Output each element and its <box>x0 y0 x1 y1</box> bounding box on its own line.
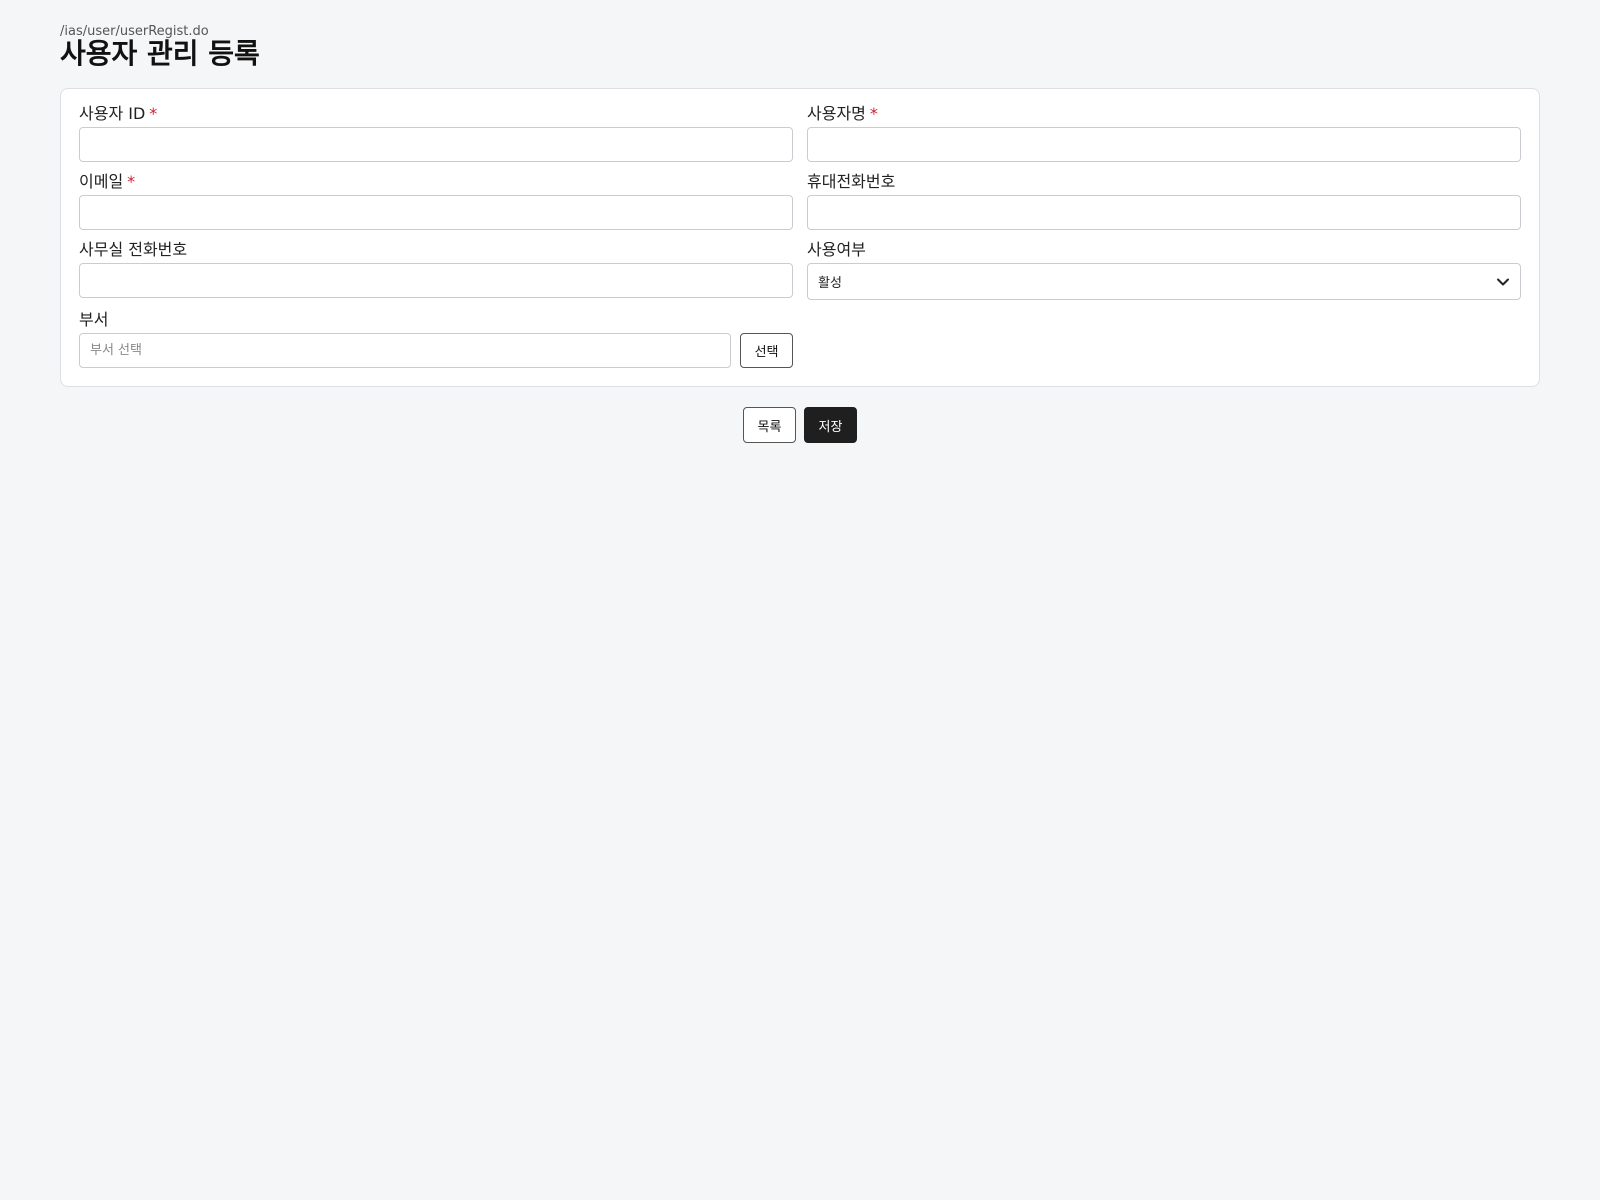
use-yn-field: 사용여부 활성 <box>807 239 1521 300</box>
user-id-field: 사용자 ID * <box>79 103 793 162</box>
chevron-down-icon <box>1497 278 1509 286</box>
user-name-input[interactable] <box>807 127 1521 162</box>
office-phone-input[interactable] <box>79 263 793 298</box>
mobile-label: 휴대전화번호 <box>807 172 896 191</box>
form-actions: 목록 저장 <box>0 407 1600 443</box>
use-yn-select[interactable]: 활성 <box>807 263 1521 300</box>
save-button[interactable]: 저장 <box>804 407 857 443</box>
department-label: 부서 <box>79 310 109 329</box>
user-regist-page: /ias/user/userRegist.do 사용자 관리 등록 사용자 ID… <box>0 0 1600 1200</box>
user-form-card: 사용자 ID * 사용자명 * 이메일 * 휴대전화번호 사무실 전화번호 사용여부 … <box>60 88 1540 387</box>
list-button[interactable]: 목록 <box>743 407 796 443</box>
department-input[interactable] <box>79 333 732 368</box>
department-select-button[interactable]: 선택 <box>740 333 793 368</box>
required-mark: * <box>149 104 158 123</box>
required-mark: * <box>869 104 878 123</box>
page-title: 사용자 관리 등록 <box>60 37 260 70</box>
office-phone-label: 사무실 전화번호 <box>79 240 188 259</box>
mobile-field: 휴대전화번호 <box>807 171 1521 230</box>
department-field: 부서 선택 <box>79 309 793 368</box>
department-row: 선택 <box>79 333 793 368</box>
email-label: 이메일 * <box>79 172 136 191</box>
user-id-label: 사용자 ID * <box>79 104 158 123</box>
email-input[interactable] <box>79 195 793 230</box>
required-mark: * <box>127 172 136 191</box>
use-yn-selected-value: 활성 <box>818 276 842 291</box>
use-yn-label: 사용여부 <box>807 240 866 259</box>
email-field: 이메일 * <box>79 171 793 230</box>
office-phone-field: 사무실 전화번호 <box>79 239 793 298</box>
user-name-field: 사용자명 * <box>807 103 1521 162</box>
user-name-label: 사용자명 * <box>807 104 878 123</box>
mobile-input[interactable] <box>807 195 1521 230</box>
user-id-input[interactable] <box>79 127 793 162</box>
